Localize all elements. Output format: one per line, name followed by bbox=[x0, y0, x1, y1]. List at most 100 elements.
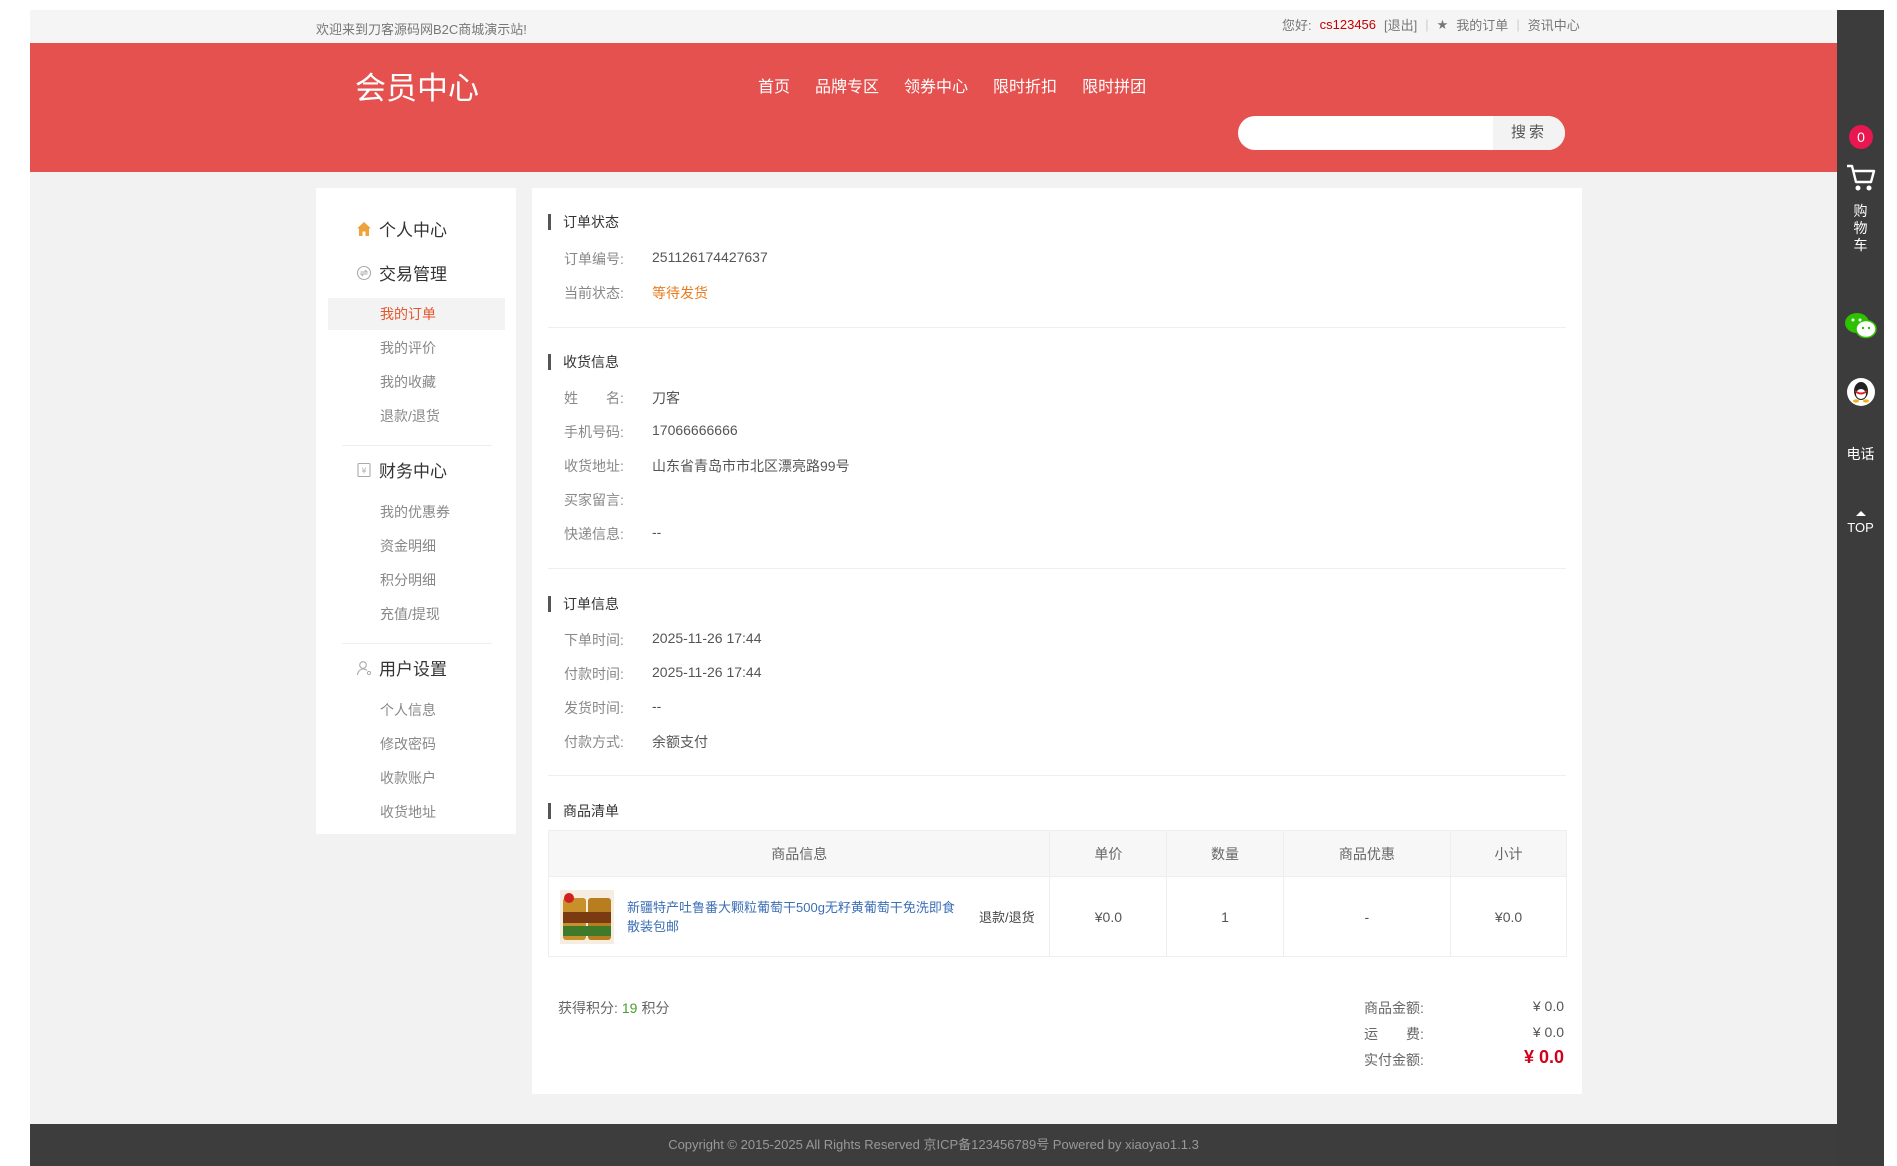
field-label: 付款方式: bbox=[564, 734, 624, 750]
nav-home[interactable]: 首页 bbox=[758, 73, 790, 97]
phone-number: 17066666666 bbox=[652, 422, 738, 438]
brand-title[interactable]: 会员中心 bbox=[355, 63, 479, 108]
sidebar-personal-center[interactable]: 个人中心 bbox=[356, 216, 447, 241]
sidebar-item-profile[interactable]: 个人信息 bbox=[328, 694, 505, 726]
subtotal: ¥0.0 bbox=[1450, 876, 1567, 957]
divider bbox=[342, 643, 492, 644]
points-value: 19 bbox=[621, 1000, 638, 1016]
sidebar-item-favorites[interactable]: 我的收藏 bbox=[328, 366, 505, 398]
paid-amount-row: 实付金额: ¥ 0.0 bbox=[1364, 1047, 1564, 1070]
wechat-button[interactable] bbox=[1837, 310, 1884, 344]
sidebar-item-recharge[interactable]: 充值/提现 bbox=[328, 598, 505, 630]
freight-row: 运 费: ¥ 0.0 bbox=[1364, 1024, 1564, 1044]
back-to-top-button[interactable]: TOP bbox=[1837, 510, 1884, 540]
username-link[interactable]: cs123456 bbox=[1320, 17, 1376, 32]
phone-button[interactable]: 电话 bbox=[1837, 446, 1884, 466]
wechat-icon bbox=[1845, 313, 1877, 339]
discount: - bbox=[1282, 876, 1452, 957]
divider: | bbox=[1516, 17, 1520, 32]
field-label: 买家留言: bbox=[564, 492, 624, 508]
paid-amount: ¥ 0.0 bbox=[1523, 1047, 1564, 1067]
order-time-row: 下单时间: 2025-11-26 17:44 bbox=[564, 630, 762, 650]
table-header-row: 商品信息 单价 数量 商品优惠 小计 bbox=[547, 830, 1567, 877]
field-label: 收货地址: bbox=[564, 458, 624, 474]
cart-button[interactable]: 0 购 物 车 bbox=[1837, 125, 1884, 285]
sidebar-item-refunds[interactable]: 退款/退货 bbox=[328, 400, 505, 432]
product-cell: 新疆特产吐鲁番大颗粒葡萄干500g无籽黄葡萄干免洗即食散装包邮 退款/退货 bbox=[547, 876, 1051, 957]
ship-time-row: 发货时间: -- bbox=[564, 698, 661, 718]
order-status-value: 等待发货 bbox=[652, 285, 708, 301]
quantity: 1 bbox=[1166, 876, 1284, 957]
logout-link[interactable]: [退出] bbox=[1384, 15, 1417, 34]
section-title-goods: 商品清单 bbox=[548, 803, 619, 819]
qq-icon bbox=[1847, 378, 1875, 406]
nav-brands[interactable]: 品牌专区 bbox=[815, 73, 879, 97]
receiver-name: 刀客 bbox=[652, 390, 680, 406]
sidebar-item-points-details[interactable]: 积分明细 bbox=[328, 564, 505, 596]
receiver-name-row: 姓 名: 刀客 bbox=[564, 388, 680, 408]
sidebar-item-coupons[interactable]: 我的优惠券 bbox=[328, 496, 505, 528]
top-label: TOP bbox=[1847, 520, 1874, 535]
product-name-link[interactable]: 新疆特产吐鲁番大颗粒葡萄干500g无籽黄葡萄干免洗即食散装包邮 bbox=[627, 898, 957, 936]
nav-discount[interactable]: 限时折扣 bbox=[993, 73, 1057, 97]
field-label: 商品金额: bbox=[1364, 1000, 1424, 1016]
order-detail-panel: 订单状态 订单编号: 251126174427637 当前状态: 等待发货 收货… bbox=[532, 188, 1582, 1094]
unit-price: ¥0.0 bbox=[1049, 876, 1168, 957]
sidebar-item-change-password[interactable]: 修改密码 bbox=[328, 728, 505, 760]
column-header: 数量 bbox=[1166, 830, 1284, 877]
shipping-address: 山东省青岛市市北区漂亮路99号 bbox=[652, 458, 850, 474]
sidebar-item-my-reviews[interactable]: 我的评价 bbox=[328, 332, 505, 364]
refund-link[interactable]: 退款/退货 bbox=[979, 907, 1035, 926]
field-label: 实付金额: bbox=[1364, 1052, 1424, 1068]
cart-icon bbox=[1847, 164, 1876, 191]
svg-text:¥: ¥ bbox=[361, 466, 366, 475]
column-header: 商品优惠 bbox=[1282, 830, 1452, 877]
right-dock: 0 购 物 车 电话 TOP bbox=[1837, 10, 1884, 1166]
sidebar-finance-section: ¥ 财务中心 bbox=[356, 457, 447, 482]
field-label: 订单编号: bbox=[564, 251, 624, 267]
my-orders-link[interactable]: 我的订单 bbox=[1456, 15, 1508, 34]
ship-time: -- bbox=[652, 698, 662, 714]
points-label: 获得积分: bbox=[558, 1000, 618, 1016]
section-title-shipping: 收货信息 bbox=[548, 354, 619, 370]
header: 会员中心 首页 品牌专区 领券中心 限时折扣 限时拼团 搜索 bbox=[30, 43, 1837, 172]
nav-group-buy[interactable]: 限时拼团 bbox=[1082, 73, 1146, 97]
divider bbox=[548, 775, 1566, 776]
section-title-order-info: 订单信息 bbox=[548, 596, 619, 612]
sidebar-item-fund-details[interactable]: 资金明细 bbox=[328, 530, 505, 562]
footer: Copyright © 2015-2025 All Rights Reserve… bbox=[30, 1124, 1837, 1166]
qq-button[interactable] bbox=[1837, 376, 1884, 410]
search-input[interactable] bbox=[1250, 116, 1494, 150]
column-header: 单价 bbox=[1049, 830, 1168, 877]
express-info: -- bbox=[652, 524, 662, 540]
main-nav: 首页 品牌专区 领券中心 限时折扣 限时拼团 bbox=[758, 73, 1146, 97]
search-button[interactable]: 搜索 bbox=[1493, 116, 1565, 150]
cart-label: 购 物 车 bbox=[1853, 203, 1868, 253]
field-label: 运 费: bbox=[1364, 1026, 1424, 1042]
points-unit: 积分 bbox=[641, 1000, 670, 1016]
earned-points: 获得积分: 19 积分 bbox=[558, 998, 669, 1018]
wallet-icon: ¥ bbox=[357, 462, 371, 477]
column-header: 商品信息 bbox=[547, 830, 1051, 877]
divider bbox=[342, 445, 492, 446]
order-time: 2025-11-26 17:44 bbox=[652, 630, 762, 646]
divider bbox=[548, 568, 1566, 569]
field-label: 下单时间: bbox=[564, 632, 624, 648]
sidebar-item-my-orders[interactable]: 我的订单 bbox=[328, 298, 505, 330]
news-link[interactable]: 资讯中心 bbox=[1528, 15, 1580, 34]
nav-coupons[interactable]: 领券中心 bbox=[904, 73, 968, 97]
field-label: 姓 名: bbox=[564, 390, 624, 406]
freight-amount: ¥ 0.0 bbox=[1532, 1024, 1564, 1040]
sidebar-item-payout-account[interactable]: 收款账户 bbox=[328, 762, 505, 794]
product-thumbnail[interactable] bbox=[560, 889, 614, 944]
sidebar-item-address[interactable]: 收货地址 bbox=[328, 796, 505, 828]
pay-method-row: 付款方式: 余额支付 bbox=[564, 732, 708, 752]
pay-time: 2025-11-26 17:44 bbox=[652, 664, 762, 680]
top-bar: 欢迎来到刀客源码网B2C商城演示站! 您好: cs123456 [退出] | ★… bbox=[30, 10, 1837, 43]
goods-amount-row: 商品金额: ¥ 0.0 bbox=[1364, 998, 1564, 1018]
exchange-icon bbox=[356, 265, 372, 280]
column-header: 小计 bbox=[1450, 830, 1567, 877]
order-number-row: 订单编号: 251126174427637 bbox=[564, 249, 768, 269]
page-frame: 欢迎来到刀客源码网B2C商城演示站! 您好: cs123456 [退出] | ★… bbox=[30, 10, 1884, 1166]
sidebar-settings-section: 用户设置 bbox=[356, 655, 447, 680]
